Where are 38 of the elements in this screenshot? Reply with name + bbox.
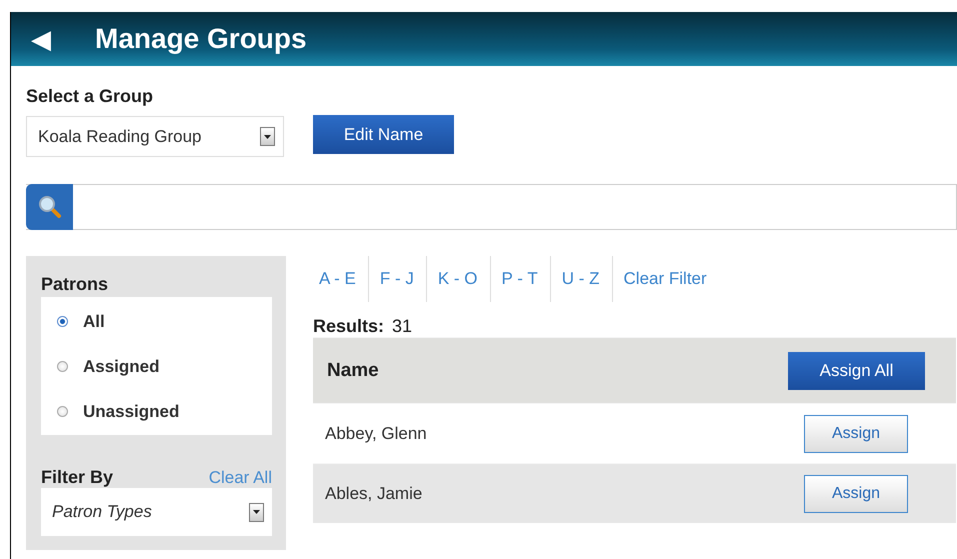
caret-icon xyxy=(253,510,260,514)
assign-all-button[interactable]: Assign All xyxy=(788,352,925,390)
table-cell: Ables, Jamie xyxy=(325,484,422,504)
patron-types-dropdown[interactable]: Patron Types xyxy=(41,488,272,536)
radio-button[interactable] xyxy=(57,316,68,327)
letter-filter-link[interactable]: Clear Filter xyxy=(612,256,719,302)
radio-button[interactable] xyxy=(57,406,68,417)
search-field[interactable] xyxy=(26,184,957,230)
section-label: Select a Group xyxy=(26,86,154,108)
search-icon xyxy=(36,194,62,220)
letter-filter-link[interactable]: P - T xyxy=(490,256,550,302)
column-header: Name xyxy=(327,360,379,382)
dropdown-button[interactable] xyxy=(249,502,264,522)
caret-icon xyxy=(264,134,271,138)
back-button[interactable]: ◀ xyxy=(11,26,81,52)
radio-button[interactable] xyxy=(57,361,68,372)
letter-filter-link[interactable]: K - O xyxy=(426,256,490,302)
dropdown-value: Koala Reading Group xyxy=(38,126,202,146)
letter-filter-link[interactable]: F - J xyxy=(368,256,426,302)
page-title: Manage Groups xyxy=(95,23,307,55)
assign-button[interactable]: Assign xyxy=(804,414,908,452)
letter-filter-link[interactable]: A - E xyxy=(313,256,368,302)
assign-button[interactable]: Assign xyxy=(804,474,908,512)
radio-option[interactable]: All xyxy=(57,299,272,344)
edit-name-button[interactable]: Edit Name xyxy=(313,115,454,154)
radio-option[interactable]: Unassigned xyxy=(57,389,272,434)
table-cell: Abbey, Glenn xyxy=(325,424,427,444)
group-dropdown[interactable]: Koala Reading Group xyxy=(26,116,284,157)
radio-option[interactable]: Assigned xyxy=(57,344,272,389)
results-label: Results: xyxy=(313,316,384,337)
panel-title: Patrons xyxy=(41,274,110,296)
clear-all-link[interactable]: Clear All xyxy=(208,468,272,488)
dropdown-button[interactable] xyxy=(260,127,275,146)
letter-filter-link[interactable]: U - Z xyxy=(550,256,612,302)
search-button[interactable] xyxy=(26,184,73,230)
results-count: 31 xyxy=(392,316,412,337)
dropdown-value: Patron Types xyxy=(52,502,152,522)
panel-title: Filter By xyxy=(41,467,114,488)
